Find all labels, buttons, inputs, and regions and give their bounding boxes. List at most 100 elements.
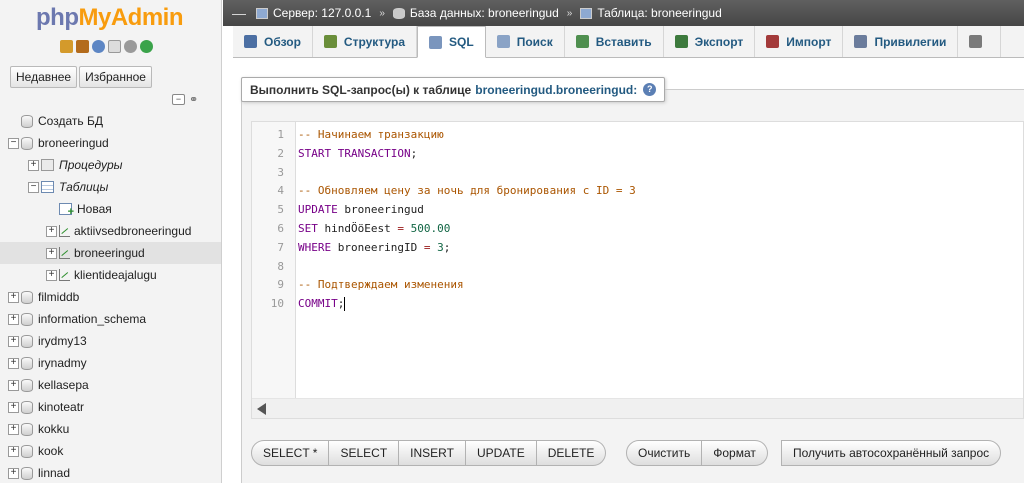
collapse-nav-icon[interactable]: — [232, 5, 246, 21]
update-button[interactable]: UPDATE [465, 440, 537, 466]
tab-search[interactable]: Поиск [486, 26, 565, 57]
phpmyadmin-logo[interactable]: phpMyAdmin [36, 4, 183, 32]
format-button[interactable]: Формат [702, 440, 768, 466]
tree-item-label[interactable]: linnad [38, 466, 70, 480]
nav-tab-favorites[interactable]: Избранное [79, 66, 152, 88]
tree-item[interactable]: + filmiddb [0, 286, 221, 308]
reload-icon[interactable] [140, 40, 153, 53]
nav-tab-recent[interactable]: Недавнее [10, 66, 78, 88]
expand-icon[interactable]: + [46, 225, 57, 237]
breadcrumb-server[interactable]: Сервер: 127.0.0.1 [256, 6, 371, 20]
code-text[interactable]: UPDATE broneeringud [290, 201, 424, 220]
tree-item-label[interactable]: filmiddb [38, 290, 79, 304]
expand-icon[interactable]: + [8, 313, 19, 325]
tree-item[interactable]: + kinoteatr [0, 396, 221, 418]
horizontal-scrollbar[interactable] [252, 398, 1023, 418]
delete-button[interactable]: DELETE [536, 440, 607, 466]
query-target-link[interactable]: broneeringud.broneeringud: [475, 83, 637, 97]
collapse-icon[interactable]: − [28, 181, 39, 193]
code-line[interactable]: 9 -- Подтверждаем изменения [252, 276, 1024, 295]
tree-item-label[interactable]: Процедуры [59, 158, 122, 172]
insert-button[interactable]: INSERT [399, 440, 466, 466]
tree-item-label[interactable]: Создать БД [38, 114, 103, 128]
tab-browse[interactable]: Обзор [233, 26, 313, 57]
tree-item-label[interactable]: broneeringud [74, 246, 145, 260]
tree-item[interactable]: Создать БД [0, 110, 221, 132]
expand-icon[interactable]: + [8, 379, 19, 391]
tab-privileges[interactable]: Привилегии [843, 26, 959, 57]
collapse-icon[interactable]: − [8, 137, 19, 149]
tree-item[interactable]: + information_schema [0, 308, 221, 330]
tree-item[interactable]: Новая [0, 198, 221, 220]
tree-item[interactable]: + broneeringud [0, 242, 221, 264]
tree-item[interactable]: − broneeringud [0, 132, 221, 154]
code-text[interactable]: START TRANSACTION; [290, 145, 417, 164]
tree-item-label[interactable]: klientideajalugu [74, 268, 157, 282]
code-text[interactable]: SET hindÖöEest = 500.00 [290, 220, 450, 239]
tab-import[interactable]: Импорт [755, 26, 844, 57]
tree-item-label[interactable]: irynadmy [38, 356, 87, 370]
tab-structure[interactable]: Структура [313, 26, 418, 57]
expand-icon[interactable]: + [46, 247, 57, 259]
tree-item-label[interactable]: kokku [38, 422, 69, 436]
code-line[interactable]: 10 COMMIT; [252, 295, 1024, 314]
tree-item[interactable]: + klientideajalugu [0, 264, 221, 286]
expand-icon[interactable]: + [28, 159, 39, 171]
tree-item-label[interactable]: broneeringud [38, 136, 109, 150]
expand-icon[interactable]: + [8, 467, 19, 479]
tree-item[interactable]: + aktiivsedbroneeringud [0, 220, 221, 242]
code-text[interactable]: WHERE broneeringID = 3; [290, 239, 450, 258]
tree-item[interactable]: − Таблицы [0, 176, 221, 198]
code-line[interactable]: 4 -- Обновляем цену за ночь для бронирова… [252, 182, 1024, 201]
code-text[interactable] [290, 258, 298, 277]
expand-icon[interactable]: + [8, 423, 19, 435]
select-button[interactable]: SELECT [329, 440, 400, 466]
code-line[interactable]: 3 [252, 164, 1024, 183]
expand-icon[interactable]: + [8, 401, 19, 413]
breadcrumb-table[interactable]: Таблица: broneeringud [580, 6, 722, 20]
expand-icon[interactable]: + [8, 335, 19, 347]
tab-export[interactable]: Экспорт [664, 26, 756, 57]
help-icon[interactable] [92, 40, 105, 53]
tree-item[interactable]: + irydmy13 [0, 330, 221, 352]
code-line[interactable]: 1 -- Начинаем транзакцию [252, 126, 1024, 145]
tab-operations[interactable] [958, 26, 1002, 57]
expand-icon[interactable]: + [8, 291, 19, 303]
expand-icon[interactable]: + [8, 357, 19, 369]
code-text[interactable]: COMMIT; [290, 295, 346, 314]
code-text[interactable] [290, 164, 298, 183]
tree-item[interactable]: + irynadmy [0, 352, 221, 374]
clear-button[interactable]: Очистить [626, 440, 703, 466]
tree-item-label[interactable]: irydmy13 [38, 334, 87, 348]
tree-item-label[interactable]: kinoteatr [38, 400, 84, 414]
tab-insert[interactable]: Вставить [565, 26, 664, 57]
tree-item-label[interactable]: aktiivsedbroneeringud [74, 224, 191, 238]
scroll-left-arrow-icon[interactable] [257, 403, 266, 415]
code-line[interactable]: 2 START TRANSACTION; [252, 145, 1024, 164]
code-line[interactable]: 8 [252, 258, 1024, 277]
expand-icon[interactable]: + [46, 269, 57, 281]
tree-item[interactable]: + kook [0, 440, 221, 462]
tree-item-label[interactable]: kook [38, 444, 63, 458]
code-text[interactable]: -- Обновляем цену за ночь для бронирован… [290, 182, 636, 201]
code-line[interactable]: 6 SET hindÖöEest = 500.00 [252, 220, 1024, 239]
get-autosaved-query-button[interactable]: Получить автосохранённый запрос [781, 440, 1002, 466]
tree-item-label[interactable]: kellasepa [38, 378, 89, 392]
breadcrumb-database[interactable]: База данных: broneeringud [392, 6, 559, 20]
tree-item[interactable]: + Процедуры [0, 154, 221, 176]
logout-icon[interactable] [76, 40, 89, 53]
settings-gear-icon[interactable] [124, 40, 137, 53]
home-icon[interactable] [60, 40, 73, 53]
tree-item[interactable]: + kellasepa [0, 374, 221, 396]
code-text[interactable]: -- Начинаем транзакцию [290, 126, 444, 145]
tree-item[interactable]: + kokku [0, 418, 221, 440]
tree-item-label[interactable]: information_schema [38, 312, 146, 326]
tree-item-label[interactable]: Новая [77, 202, 112, 216]
code-text[interactable]: -- Подтверждаем изменения [290, 276, 464, 295]
collapse-all-button[interactable]: − [172, 94, 185, 105]
tree-item[interactable]: + linnad [0, 462, 221, 483]
tree-item-label[interactable]: Таблицы [59, 180, 108, 194]
select-star-button[interactable]: SELECT * [251, 440, 330, 466]
code-line[interactable]: 5 UPDATE broneeringud [252, 201, 1024, 220]
code-line[interactable]: 7 WHERE broneeringID = 3; [252, 239, 1024, 258]
